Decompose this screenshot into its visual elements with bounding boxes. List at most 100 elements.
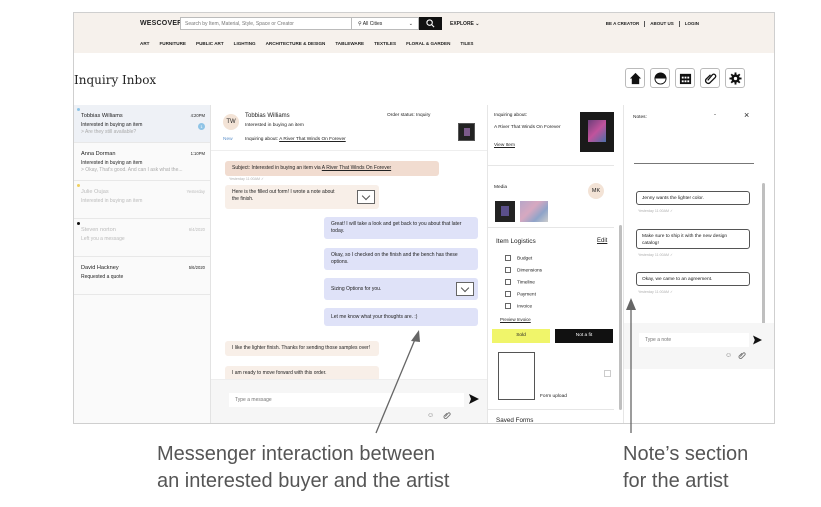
inbox-item[interactable]: David Hackney Requested a quote 5/6/2020 <box>74 257 210 295</box>
sender-name: David Hackney <box>81 265 119 271</box>
media-thumbnail[interactable] <box>495 201 515 222</box>
inquiring-label: Inquiring about: <box>494 113 528 118</box>
checkbox[interactable] <box>505 279 511 285</box>
notes-panel: Notes: - × Jenny wants the lighter color… <box>623 105 774 423</box>
category-public-art[interactable]: PUBLIC ART <box>196 41 224 46</box>
category-furniture[interactable]: FURNITURE <box>159 41 186 46</box>
note-input[interactable] <box>639 333 749 347</box>
category-tiles[interactable]: TILES <box>460 41 473 46</box>
search-input[interactable]: Search by Item, Material, Style, Space o… <box>180 17 352 30</box>
form-preview[interactable] <box>498 352 535 400</box>
attachment-download[interactable] <box>357 190 375 204</box>
form-checkbox[interactable] <box>604 370 611 377</box>
artwork-thumbnail[interactable] <box>458 123 475 141</box>
sender-name: Tobbias Williams <box>81 113 123 119</box>
buyer-subtitle: Interested in buying an item <box>245 123 304 128</box>
send-icon[interactable] <box>469 394 479 404</box>
half-circle-icon <box>654 72 667 85</box>
category-textiles[interactable]: TEXTILES <box>374 41 396 46</box>
annotation-line: for the artist <box>623 470 729 492</box>
checkbox[interactable] <box>505 267 511 273</box>
subject-item-link[interactable]: A River That Winds On Forever <box>322 165 391 171</box>
inbox-preview: > Are they still available? <box>81 129 137 135</box>
preview-invoice-link[interactable]: Preview Invoice <box>500 317 531 322</box>
saved-forms-title: Saved Forms <box>496 417 534 424</box>
subject-text: Subject: Interested in buying an item vi… <box>232 165 322 171</box>
logo[interactable]: WESCOVER <box>140 20 182 27</box>
artwork-image[interactable] <box>580 112 614 152</box>
timestamp: Yesterday 11:00AM ✓ <box>229 177 264 181</box>
attachment-download[interactable] <box>456 282 474 296</box>
new-tag: New <box>223 137 233 142</box>
item-link[interactable]: A River That Winds On Forever <box>279 137 346 142</box>
not-a-fit-button[interactable]: Not a fit <box>555 329 613 343</box>
inbox-date: 6/4/2020 <box>188 227 205 232</box>
settings-button[interactable] <box>725 68 745 88</box>
inbox-item[interactable]: Julie Oujas Interested in buying an item… <box>74 181 210 219</box>
checklist-item[interactable]: Invoice <box>505 303 532 309</box>
note-item[interactable]: Jenny wants the lighter color. <box>636 191 750 205</box>
outgoing-message: Okay, so I checked on the finish and the… <box>324 248 478 270</box>
be-a-creator-link[interactable]: BE A CREATOR <box>601 21 646 27</box>
checklist-item[interactable]: Payment <box>505 291 536 297</box>
minimize-button[interactable]: - <box>714 112 716 118</box>
paperclip-icon[interactable] <box>738 351 746 360</box>
about-us-link[interactable]: ABOUT US <box>645 21 680 27</box>
send-icon[interactable] <box>753 335 762 345</box>
calendar-button[interactable] <box>675 68 695 88</box>
inbox-subject: Left you a message <box>81 236 125 242</box>
message-thread: Subject: Interested in buying an item vi… <box>211 151 487 381</box>
checkbox[interactable] <box>505 303 511 309</box>
scrollbar[interactable] <box>619 225 622 410</box>
category-lighting[interactable]: LIGHTING <box>234 41 256 46</box>
inquiring-label: Inquiring about: <box>245 137 279 142</box>
timestamp: Yesterday 11:00AM ✓ <box>638 253 673 257</box>
checklist-label: Dimensions <box>517 268 543 274</box>
checkbox[interactable] <box>505 255 511 261</box>
subject-message: Subject: Interested in buying an item vi… <box>225 161 439 176</box>
inbox-date: 5/6/2020 <box>188 265 205 270</box>
city-label: All Cities <box>362 21 383 27</box>
explore-menu[interactable]: EXPLORE ⌄ <box>450 21 480 27</box>
notes-title: Notes: <box>633 115 647 120</box>
note-item[interactable]: Make sure to ship it with the new design… <box>636 229 750 249</box>
city-select[interactable]: ⚲ All Cities ⌄ <box>352 17 419 30</box>
edit-link[interactable]: Edit <box>597 238 607 244</box>
search-button[interactable] <box>419 17 442 30</box>
category-tableware[interactable]: TABLEWARE <box>335 41 364 46</box>
sold-button[interactable]: Sold <box>492 329 550 343</box>
checklist-label: Invoice <box>517 304 533 310</box>
note-item[interactable]: Okay, we came to an agreement. <box>636 272 750 286</box>
category-architecture[interactable]: ARCHITECTURE & DESIGN <box>266 41 326 46</box>
divider <box>634 163 754 164</box>
media-thumbnail[interactable] <box>520 201 548 222</box>
attachment-button[interactable] <box>700 68 720 88</box>
explore-label: EXPLORE <box>450 21 474 27</box>
checklist-item[interactable]: Budget <box>505 255 532 261</box>
emoji-icon[interactable]: ☺ <box>725 352 732 359</box>
category-art[interactable]: ART <box>140 41 149 46</box>
category-floral[interactable]: FLORAL & GARDEN <box>406 41 450 46</box>
half-circle-button[interactable] <box>650 68 670 88</box>
inbox-item[interactable]: Steven norton Left you a message 6/4/202… <box>74 219 210 257</box>
view-item-link[interactable]: View Item <box>494 143 515 148</box>
note-composer: ☺ <box>624 323 774 369</box>
inbox-subject: Interested in buying an item <box>81 160 143 166</box>
emoji-icon[interactable]: ☺ <box>427 412 434 419</box>
message-input[interactable] <box>229 393 464 407</box>
login-link[interactable]: LOGIN <box>680 21 704 27</box>
inbox-item[interactable]: Anna Dorman Interested in buying an item… <box>74 143 210 181</box>
messenger-panel: TW Tobbias Williams Interested in buying… <box>211 105 487 423</box>
message-composer: ☺ <box>211 379 487 423</box>
chevron-down-icon: ⌄ <box>475 21 480 27</box>
search-icon <box>426 19 435 28</box>
home-button[interactable] <box>625 68 645 88</box>
notes-annotation: Note’s section for the artist <box>623 441 748 495</box>
scrollbar[interactable] <box>762 183 765 333</box>
paperclip-icon[interactable] <box>443 411 451 420</box>
checklist-item[interactable]: Dimensions <box>505 267 542 273</box>
inbox-item[interactable]: Tobbias Williams Interested in buying an… <box>74 105 210 143</box>
checklist-item[interactable]: Timeline <box>505 279 535 285</box>
checkbox[interactable] <box>505 291 511 297</box>
close-icon[interactable]: × <box>744 110 749 120</box>
